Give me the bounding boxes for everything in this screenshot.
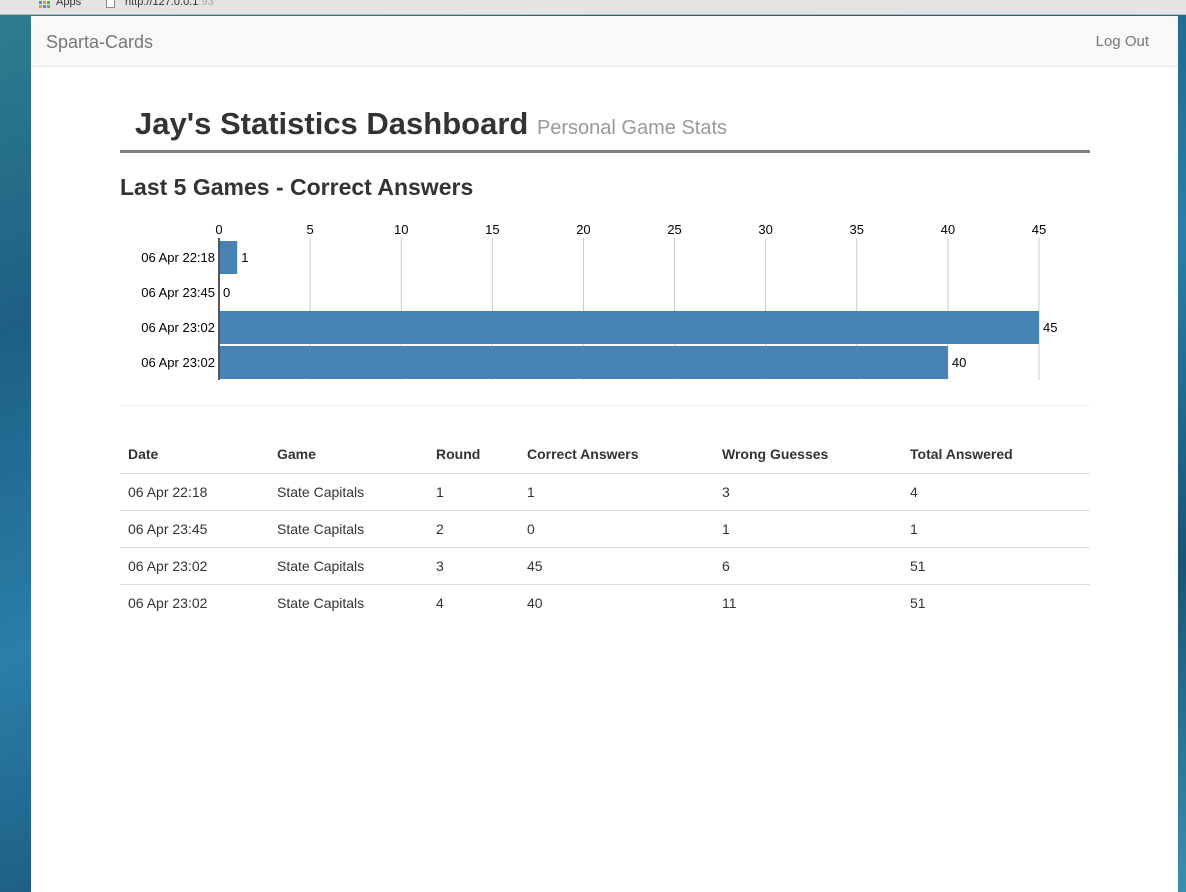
table-cell: 4 [436, 594, 444, 611]
column-header: Game [269, 436, 428, 474]
table-cell: 6 [714, 547, 902, 585]
y-category-label: 06 Apr 23:02 [141, 355, 215, 370]
table-cell: 06 Apr 23:02 [128, 594, 208, 611]
bar-value-label: 0 [223, 285, 230, 300]
brand-link[interactable]: Sparta-Cards [46, 32, 153, 53]
table-row: 06 Apr 23:02 State Capitals 4 40 11 51 [120, 584, 1090, 621]
correct-answers-chart: 0 5 10 15 20 25 30 35 40 45 06 Apr 22:18 1 06 Apr 23… [120, 216, 1090, 406]
table-cell: 3 [714, 473, 902, 511]
table-row: 06 Apr 23:02 State Capitals 3 45 6 51 [120, 547, 1090, 585]
table-cell: 11 [722, 594, 737, 611]
table-cell: 06 Apr 23:02 [120, 547, 269, 585]
table-cell: 51 [902, 547, 1090, 585]
column-header: Round [428, 436, 519, 474]
table-cell: 1 [428, 473, 519, 511]
table-row: 06 Apr 22:18 State Capitals 1 1 3 4 [120, 473, 1090, 511]
table-body: 06 Apr 22:18 State Capitals 1 1 3 4 06 Apr 23:… [120, 473, 1090, 621]
table-cell: State Capitals [269, 547, 428, 585]
x-tick-label: 35 [850, 222, 864, 237]
table-cell: 1 [714, 510, 902, 548]
bar-value-label: 45 [1043, 320, 1057, 335]
bar-value-label: 1 [241, 250, 248, 265]
apps-label: Apps [56, 0, 82, 8]
table-cell: 1 [902, 510, 1090, 548]
y-category-label: 06 Apr 23:02 [141, 320, 215, 335]
x-tick-label: 30 [758, 222, 772, 237]
bar [219, 346, 948, 379]
table-header-row: Date Game Round Correct Answers Wrong Guesse… [120, 436, 1090, 474]
page-title: Jay's Statistics Dashboard Personal Game… [135, 106, 727, 142]
x-tick-label: 25 [667, 222, 681, 237]
table-cell: 0 [519, 510, 714, 548]
column-header: Correct Answers [519, 436, 714, 474]
table-cell: 3 [428, 547, 519, 585]
url-port: :93 [198, 0, 214, 8]
bookmark-apps[interactable]: Apps [39, 0, 81, 8]
x-tick-label: 0 [215, 222, 222, 237]
apps-grid-icon [39, 0, 50, 8]
bar-value-label: 40 [952, 355, 966, 370]
section-divider [120, 405, 1090, 406]
table-cell: 40 [527, 594, 543, 611]
page-header: Jay's Statistics Dashboard Personal Game… [120, 106, 1090, 153]
navbar: Sparta-Cards Log Out [31, 16, 1178, 67]
x-tick-label: 20 [576, 222, 590, 237]
bookmarks-bar: Apps http://127.0.0.1:93 [0, 0, 1186, 15]
bar [219, 241, 238, 274]
stats-table: Date Game Round Correct Answers Wrong Guesse… [120, 436, 1090, 621]
table-cell: 06 Apr 23:45 [120, 510, 269, 548]
chart-section-title: Last 5 Games - Correct Answers [120, 174, 474, 200]
x-tick-label: 40 [941, 222, 955, 237]
x-tick-label: 5 [306, 222, 313, 237]
column-header: Total Answered [902, 436, 1090, 474]
page-title-text: Jay's Statistics Dashboard [135, 106, 529, 141]
page-subtitle: Personal Game Stats [536, 117, 728, 139]
table-row: 06 Apr 23:45 State Capitals 2 0 1 1 [120, 510, 1090, 548]
logout-link[interactable]: Log Out [1096, 33, 1149, 50]
table-cell: 1 [519, 473, 714, 511]
table-cell: 51 [910, 594, 926, 611]
page-icon [106, 0, 115, 8]
table-cell: 4 [902, 473, 1090, 511]
app-window: Sparta-Cards Log Out Jay's Statistics Da… [31, 16, 1178, 892]
chart-svg: 0 5 10 15 20 25 30 35 40 45 06 Apr 22:18 1 06 Apr 23… [141, 222, 1057, 380]
y-category-label: 06 Apr 23:45 [141, 285, 215, 300]
x-tick-label: 45 [1032, 222, 1046, 237]
table-cell: 45 [519, 547, 714, 585]
y-category-label: 06 Apr 22:18 [141, 250, 215, 265]
url-text: http://127.0.0.1 [125, 0, 199, 8]
column-header: Wrong Guesses [714, 436, 902, 474]
column-header: Date [120, 436, 269, 474]
table-cell: State Capitals [277, 594, 365, 611]
bar [219, 311, 1039, 344]
x-tick-label: 10 [394, 222, 408, 237]
table-cell: State Capitals [269, 510, 428, 548]
bookmark-url[interactable]: http://127.0.0.1:93 [106, 0, 214, 8]
table-cell: State Capitals [269, 473, 428, 511]
x-tick-label: 15 [485, 222, 499, 237]
table-cell: 06 Apr 22:18 [120, 473, 269, 511]
table-cell: 2 [428, 510, 519, 548]
